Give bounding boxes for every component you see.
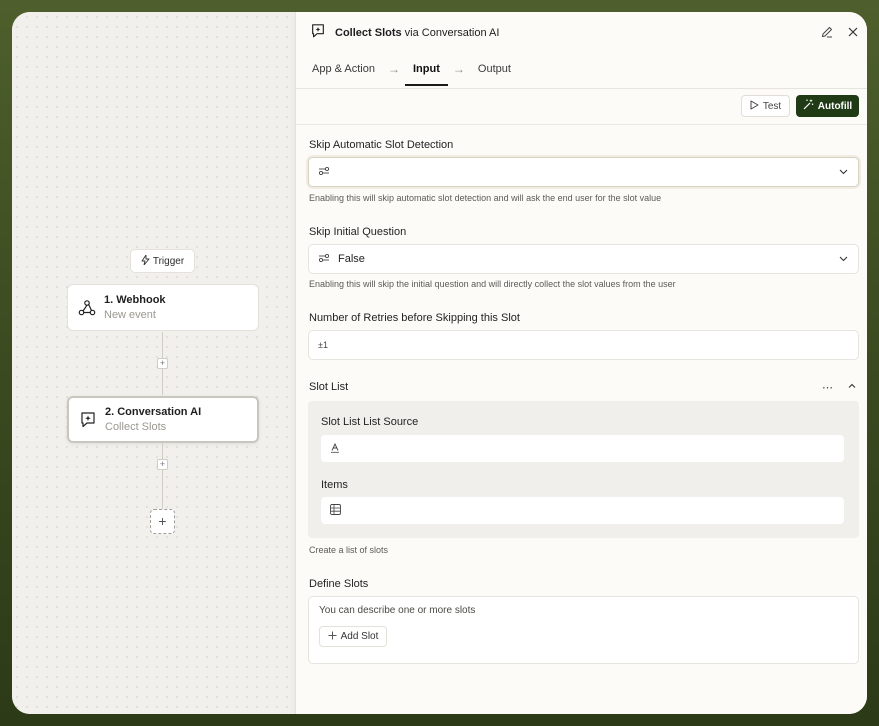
test-label: Test bbox=[762, 100, 782, 112]
slot-list-actions: ⋯ bbox=[822, 381, 857, 394]
add-step-button[interactable]: + bbox=[157, 459, 168, 470]
toggle-icon bbox=[318, 253, 330, 266]
plus-icon bbox=[328, 631, 337, 643]
conversation-ai-icon bbox=[79, 411, 97, 429]
toggle-icon bbox=[318, 166, 330, 179]
connector-line bbox=[162, 443, 163, 509]
skip-initial-label: Skip Initial Question bbox=[309, 226, 407, 238]
skip-detection-label: Skip Automatic Slot Detection bbox=[309, 139, 454, 151]
skip-initial-value: False bbox=[338, 253, 365, 265]
webhook-icon bbox=[78, 299, 96, 317]
more-options-icon[interactable]: ⋯ bbox=[822, 381, 833, 394]
table-icon bbox=[330, 502, 341, 520]
app-window: Trigger 1. Webhook New event + 2. Conver… bbox=[12, 12, 867, 714]
slot-list-label: Slot List bbox=[309, 381, 349, 393]
define-slots-label: Define Slots bbox=[309, 578, 369, 590]
step-config-panel: Collect Slots via Conversation AI App & … bbox=[295, 12, 867, 714]
slot-source-input[interactable] bbox=[321, 435, 844, 462]
chevron-up-icon[interactable] bbox=[847, 381, 857, 394]
toolbar-divider bbox=[296, 124, 867, 125]
conversation-ai-icon bbox=[310, 23, 326, 44]
define-slots-description: You can describe one or more slots bbox=[319, 605, 476, 616]
slot-list-help: Create a list of slots bbox=[309, 545, 389, 555]
add-slot-label: Add Slot bbox=[340, 631, 379, 642]
autofill-label: Autofill bbox=[817, 100, 853, 112]
node-conversation-ai[interactable]: 2. Conversation AI Collect Slots bbox=[67, 396, 259, 443]
text-type-icon bbox=[330, 440, 340, 458]
node-subtitle: Collect Slots bbox=[105, 421, 167, 433]
lightning-icon bbox=[141, 254, 150, 268]
node-webhook[interactable]: 1. Webhook New event bbox=[67, 284, 259, 331]
panel-header: Collect Slots via Conversation AI bbox=[310, 23, 867, 43]
add-slot-button[interactable]: Add Slot bbox=[319, 626, 387, 647]
trigger-label: Trigger bbox=[152, 255, 185, 267]
test-button[interactable]: Test bbox=[741, 95, 790, 117]
chevron-down-icon bbox=[838, 166, 849, 180]
workflow-canvas[interactable]: Trigger 1. Webhook New event + 2. Conver… bbox=[12, 12, 295, 714]
step-tabs: App & Action → Input → Output bbox=[312, 62, 511, 86]
number-icon: ±1 bbox=[318, 340, 328, 350]
trigger-badge[interactable]: Trigger bbox=[130, 249, 195, 273]
slot-list-section: Slot List List Source Items bbox=[308, 401, 859, 538]
chevron-down-icon bbox=[838, 253, 849, 267]
tab-input[interactable]: Input bbox=[405, 63, 448, 86]
node-title: 2. Conversation AI bbox=[105, 406, 202, 418]
slot-source-label: Slot List List Source bbox=[321, 416, 419, 428]
node-subtitle: New event bbox=[104, 309, 156, 321]
edit-icon[interactable] bbox=[821, 25, 833, 43]
node-title: 1. Webhook bbox=[104, 294, 166, 306]
retries-input[interactable]: ±1 bbox=[308, 330, 859, 360]
tab-divider bbox=[296, 88, 867, 89]
autofill-button[interactable]: Autofill bbox=[796, 95, 859, 117]
items-input[interactable] bbox=[321, 497, 844, 524]
tab-output[interactable]: Output bbox=[478, 63, 511, 75]
define-slots-section: You can describe one or more slots Add S… bbox=[308, 596, 859, 664]
arrow-right-icon: → bbox=[388, 62, 400, 76]
skip-initial-select[interactable]: False bbox=[308, 244, 859, 274]
skip-detection-select[interactable] bbox=[308, 157, 859, 187]
close-icon[interactable] bbox=[847, 25, 859, 43]
panel-title: Collect Slots via Conversation AI bbox=[335, 27, 500, 39]
arrow-right-icon: → bbox=[452, 62, 465, 76]
skip-initial-help: Enabling this will skip the initial ques… bbox=[309, 279, 676, 289]
magic-wand-icon bbox=[803, 99, 814, 113]
add-node-button[interactable]: + bbox=[150, 509, 175, 534]
items-label: Items bbox=[321, 479, 348, 491]
retries-label: Number of Retries before Skipping this S… bbox=[309, 312, 520, 324]
skip-detection-help: Enabling this will skip automatic slot d… bbox=[309, 193, 662, 203]
add-step-button[interactable]: + bbox=[157, 358, 168, 369]
play-icon bbox=[750, 100, 759, 113]
tab-app-action[interactable]: App & Action bbox=[312, 63, 375, 75]
